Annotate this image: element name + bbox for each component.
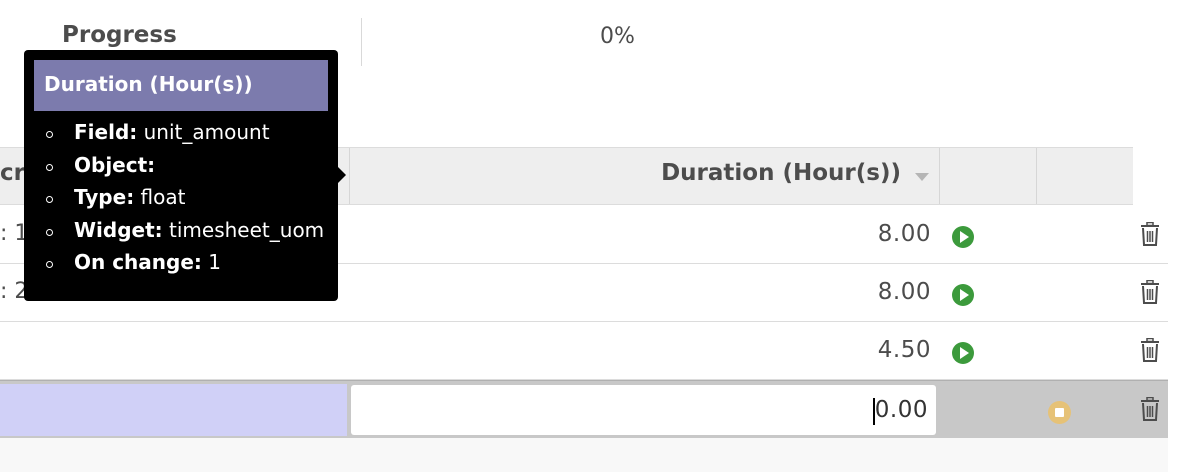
tooltip-item-object: Object:: [24, 153, 324, 186]
tooltip-key: On change:: [74, 250, 202, 274]
column-header-duration-label: Duration (Hour(s)): [661, 160, 901, 186]
trash-icon[interactable]: [1140, 338, 1160, 362]
tooltip-value: 1: [201, 250, 222, 274]
column-header-description-label: cr: [0, 160, 25, 186]
progress-label: Progress: [62, 22, 177, 48]
row-duration[interactable]: 8.00: [878, 221, 931, 247]
description-edit-cell[interactable]: [0, 384, 347, 436]
tooltip-key: Widget:: [74, 217, 163, 242]
caret-down-icon[interactable]: [915, 173, 929, 181]
duration-input-text: 0.00: [874, 397, 928, 423]
column-header-timer: [940, 148, 1037, 204]
trash-icon[interactable]: [1140, 222, 1160, 246]
tooltip-item-type: Type: float: [24, 185, 324, 218]
table-row-editing[interactable]: 0.00: [0, 380, 1168, 438]
tooltip-header: Duration (Hour(s)): [34, 60, 328, 111]
tooltip-value: unit_amount: [137, 120, 270, 144]
play-icon[interactable]: [952, 284, 974, 306]
duration-input-value[interactable]: 0.00: [872, 397, 928, 425]
tooltip-value: float: [134, 185, 186, 209]
tooltip-item-onchange: On change: 1: [24, 250, 324, 283]
tooltip-key: Object:: [74, 152, 156, 177]
tooltip-item-field: Field: unit_amount: [24, 120, 324, 153]
play-icon[interactable]: [952, 226, 974, 248]
row-duration[interactable]: 8.00: [878, 279, 931, 305]
tooltip-arrow: [338, 167, 346, 183]
row-duration[interactable]: 4.50: [878, 337, 931, 363]
trash-icon[interactable]: [1140, 397, 1160, 421]
table-row[interactable]: 4.50: [0, 322, 1168, 380]
tooltip-list: Field: unit_amount Object: Type: float W…: [24, 120, 324, 283]
trash-icon[interactable]: [1140, 280, 1160, 304]
column-header-duration[interactable]: Duration (Hour(s)): [350, 148, 940, 204]
stop-icon[interactable]: [1048, 401, 1071, 424]
table-footer-area: [0, 438, 1168, 472]
tooltip-item-widget: Widget: timesheet_uom: [24, 218, 324, 251]
play-icon[interactable]: [952, 342, 974, 364]
tooltip-title: Duration (Hour(s)): [44, 72, 253, 96]
progress-value: 0%: [600, 24, 635, 49]
tooltip-key: Type:: [74, 185, 135, 209]
duration-input[interactable]: 0.00: [351, 385, 936, 435]
text-cursor: [872, 398, 875, 425]
tooltip-key: Field:: [74, 120, 138, 144]
field-tooltip: Duration (Hour(s)) Field: unit_amount Ob…: [24, 50, 338, 301]
column-header-actions: [1037, 148, 1133, 204]
form-divider: [361, 18, 362, 66]
tooltip-value: timesheet_uom: [162, 217, 325, 242]
